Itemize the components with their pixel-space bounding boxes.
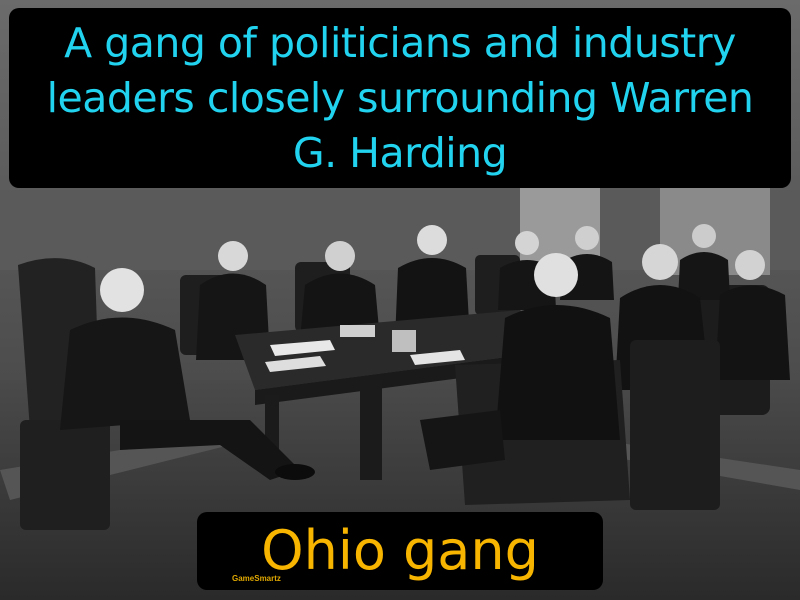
brand-logo: GameSmartz: [232, 574, 281, 583]
definition-text: A gang of politicians and industry leade…: [46, 18, 754, 177]
term-text: Ohio gang: [261, 519, 539, 582]
flashcard: A gang of politicians and industry leade…: [0, 0, 800, 600]
definition-box: A gang of politicians and industry leade…: [9, 8, 791, 188]
